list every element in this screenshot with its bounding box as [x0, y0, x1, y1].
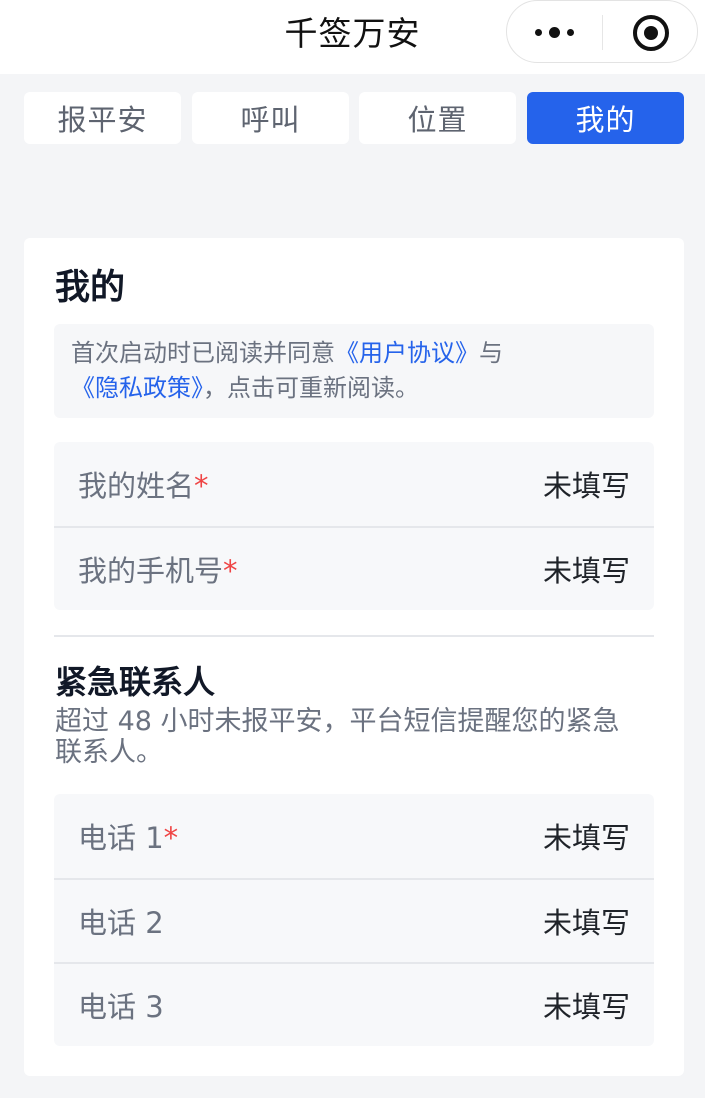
emergency-contacts-description: 超过 48 小时未报平安，平台短信提醒您的紧急联系人。 [55, 706, 620, 768]
name-field-label: 我的姓名 [78, 469, 195, 503]
contact-label-wrap-2: 电话 2 [78, 900, 164, 942]
more-button[interactable] [507, 1, 602, 64]
phone-field-row[interactable]: 我的手机号* 未填写 [54, 526, 654, 610]
contact-value-3: 未填写 [542, 990, 630, 1024]
contact-label-2: 电话 2 [78, 906, 164, 940]
name-field-value: 未填写 [542, 469, 630, 503]
profile-card: 我的 首次启动时已阅读并同意《用户协议》与 《隐私政策》，点击可重新阅读。 我的… [24, 238, 684, 1076]
contact-value-1: 未填写 [542, 821, 630, 855]
target-icon [633, 14, 669, 51]
privacy-policy-link[interactable]: 《隐私政策》 [71, 374, 203, 402]
contact-label-3: 电话 3 [78, 990, 164, 1024]
contact-value-2: 未填写 [542, 906, 630, 940]
required-mark: * [194, 469, 209, 503]
phone-field-label: 我的手机号 [78, 554, 224, 588]
name-field-row[interactable]: 我的姓名* 未填写 [54, 442, 654, 526]
name-field-label-wrap: 我的姓名* [78, 463, 209, 505]
contact-row-2[interactable]: 电话 2 未填写 [54, 878, 654, 962]
emergency-contacts-title: 紧急联系人 [55, 663, 216, 701]
notice-conjunction: 与 [479, 339, 503, 367]
contact-label-wrap-3: 电话 3 [78, 984, 164, 1026]
personal-info-group: 我的姓名* 未填写 我的手机号* 未填写 [54, 442, 654, 610]
contact-label-1: 电话 1 [78, 821, 164, 855]
tab-report-safe[interactable]: 报平安 [24, 92, 181, 144]
contact-row-3[interactable]: 电话 3 未填写 [54, 962, 654, 1046]
capsule-menu [506, 0, 698, 63]
required-mark: * [163, 821, 179, 855]
navbar: 千签万安 [0, 0, 705, 74]
tab-bar: 报平安 呼叫 位置 我的 [24, 92, 684, 144]
close-miniprogram-button[interactable] [603, 1, 699, 64]
notice-prefix: 首次启动时已阅读并同意 [71, 339, 335, 367]
tab-call[interactable]: 呼叫 [192, 92, 349, 144]
tab-location[interactable]: 位置 [359, 92, 516, 144]
phone-field-label-wrap: 我的手机号* [78, 548, 238, 590]
contact-label-wrap-1: 电话 1* [78, 815, 178, 857]
user-agreement-link[interactable]: 《用户协议》 [335, 339, 479, 367]
notice-suffix: ，点击可重新阅读。 [203, 374, 419, 402]
more-dots-icon [535, 27, 574, 38]
tab-mine[interactable]: 我的 [527, 92, 684, 144]
required-mark: * [223, 554, 238, 588]
agreement-notice: 首次启动时已阅读并同意《用户协议》与 《隐私政策》，点击可重新阅读。 [54, 324, 654, 418]
emergency-contacts-group: 电话 1* 未填写 电话 2 未填写 电话 3 未填写 [54, 794, 654, 1046]
section-divider [54, 635, 654, 637]
phone-field-value: 未填写 [542, 554, 630, 588]
contact-row-1[interactable]: 电话 1* 未填写 [54, 794, 654, 878]
page-title: 我的 [55, 268, 126, 308]
